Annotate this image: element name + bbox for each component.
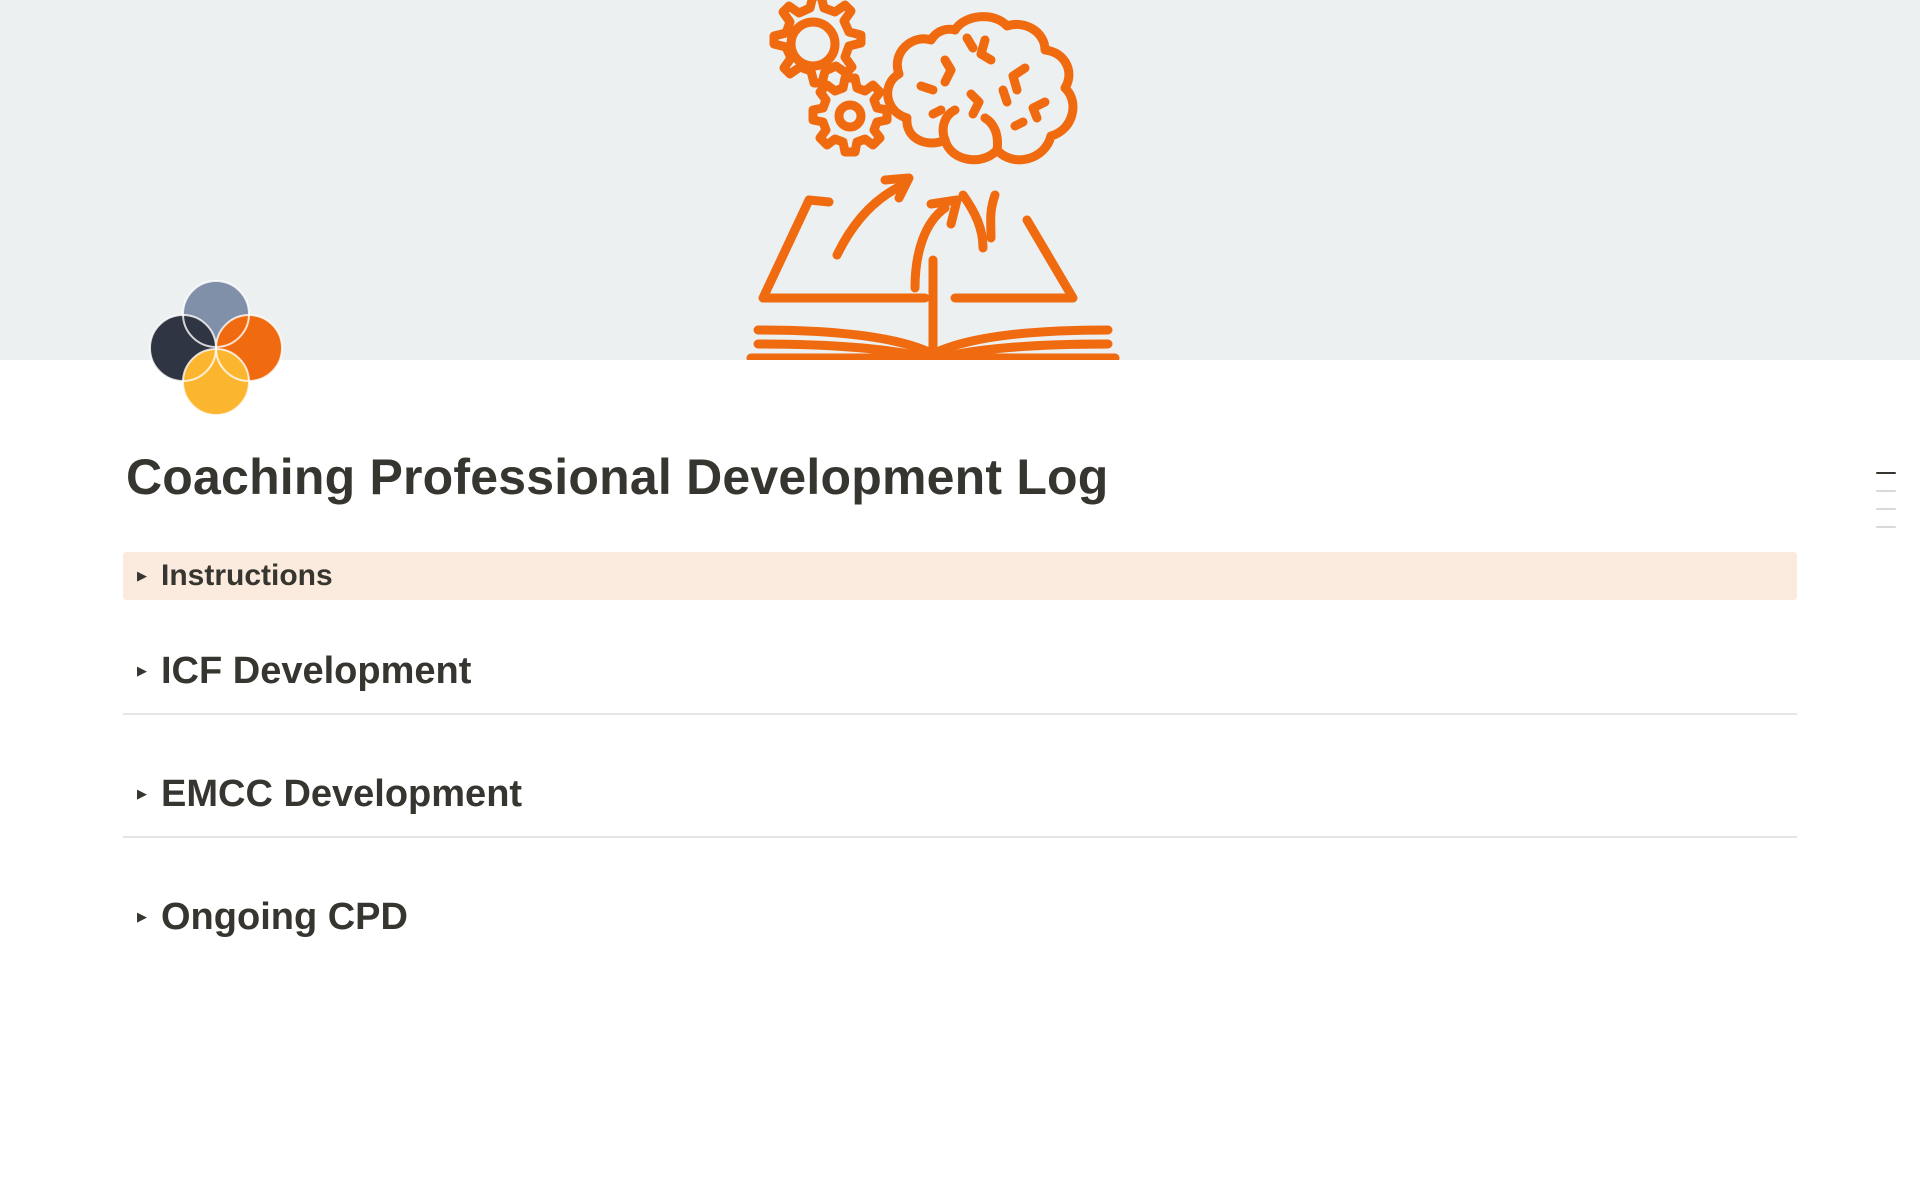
- toggle-heading-ongoing-cpd[interactable]: ▶ Ongoing CPD: [123, 887, 1797, 947]
- toggle-triangle-icon[interactable]: ▶: [123, 909, 161, 925]
- toggle-heading-icf-development[interactable]: ▶ ICF Development: [123, 641, 1797, 701]
- four-circles-logo-icon: [149, 280, 283, 416]
- table-of-contents[interactable]: [1876, 472, 1896, 544]
- toc-item[interactable]: [1876, 508, 1896, 510]
- heading-label: Ongoing CPD: [161, 895, 408, 938]
- heading-label: ICF Development: [161, 649, 472, 692]
- toc-item[interactable]: [1876, 526, 1896, 528]
- toggle-heading-emcc-development[interactable]: ▶ EMCC Development: [123, 764, 1797, 824]
- toggle-triangle-icon[interactable]: ▶: [123, 786, 161, 802]
- divider: [123, 836, 1797, 838]
- page-title[interactable]: Coaching Professional Development Log: [126, 448, 1109, 506]
- gear-small-icon: [808, 73, 892, 157]
- page-icon[interactable]: [146, 278, 286, 418]
- heading-label: EMCC Development: [161, 772, 523, 815]
- divider: [123, 713, 1797, 715]
- toggle-triangle-icon[interactable]: ▶: [123, 663, 161, 679]
- brain-icon: [883, 12, 1078, 165]
- toggle-triangle-icon[interactable]: ▶: [123, 568, 161, 584]
- toc-item[interactable]: [1876, 472, 1896, 474]
- book-brain-gears-icon: [746, 0, 1120, 360]
- page-cover[interactable]: [0, 0, 1920, 360]
- instructions-toggle[interactable]: ▶ Instructions: [123, 552, 1797, 600]
- instructions-label: Instructions: [161, 559, 333, 592]
- toc-item[interactable]: [1876, 490, 1896, 492]
- arrow-up-icon: [832, 173, 962, 293]
- gear-icon: [769, 0, 866, 88]
